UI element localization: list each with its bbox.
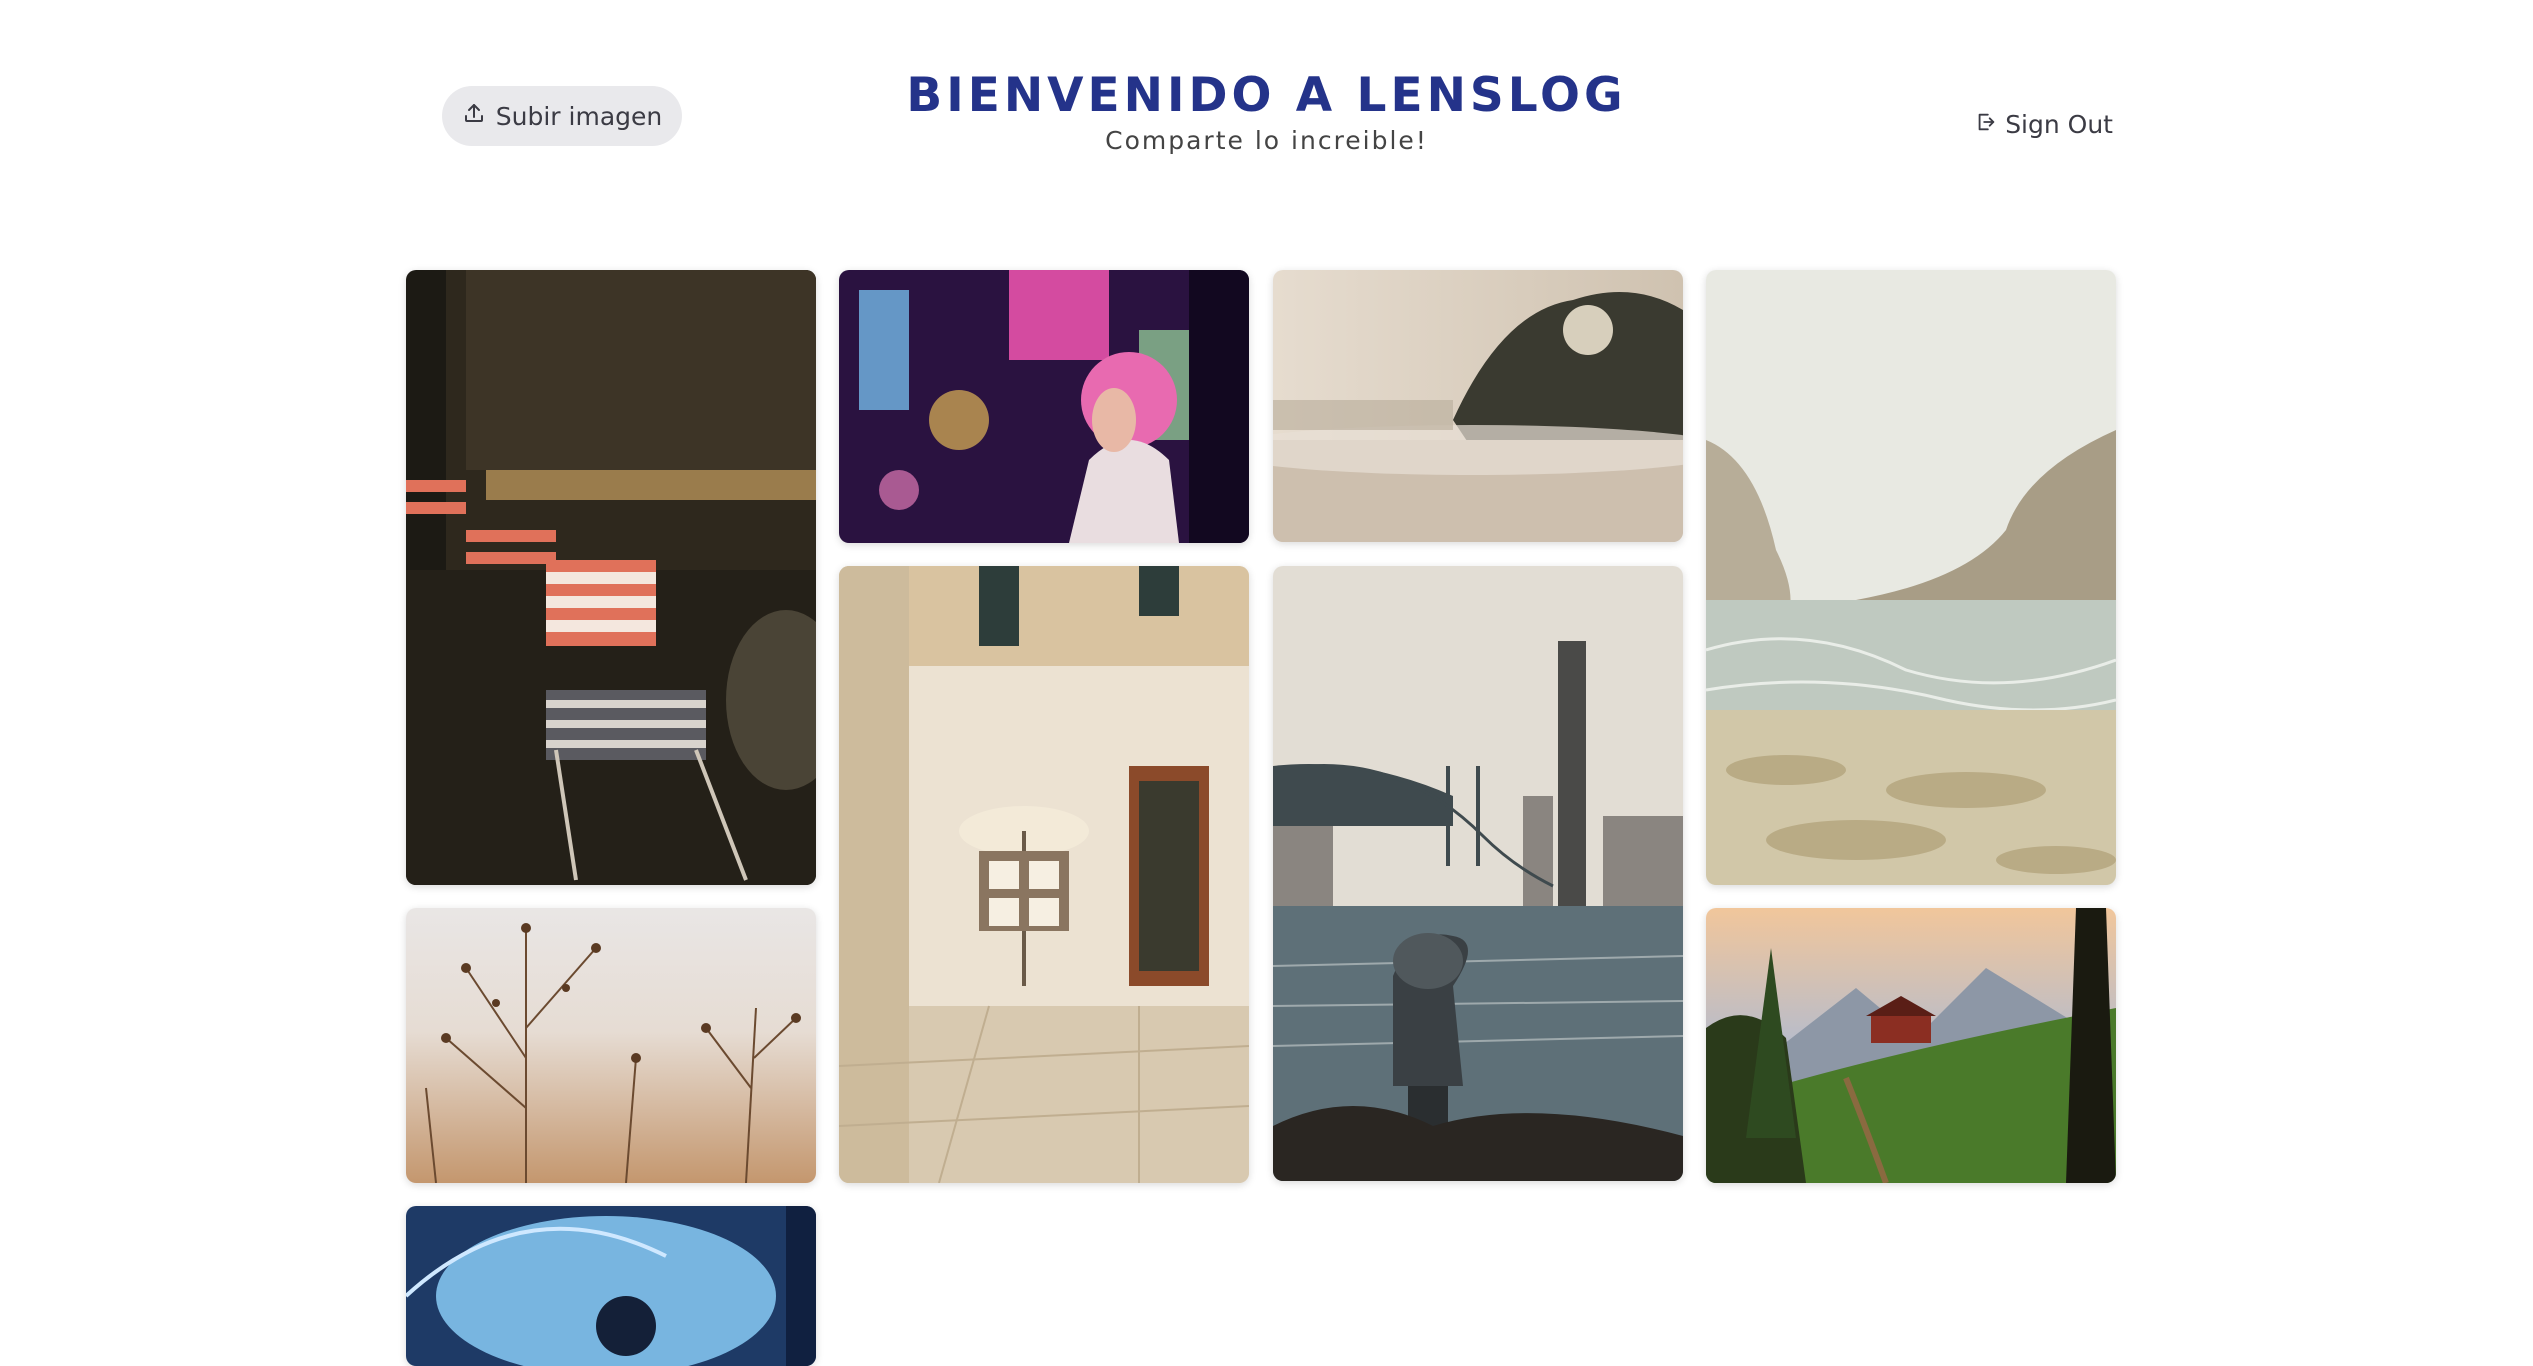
photo-mountain-cabin[interactable] (1706, 908, 2116, 1183)
photo-bridge-river[interactable] (1273, 566, 1683, 1181)
sign-out-link[interactable]: Sign Out (1975, 110, 2113, 139)
photo-umbrella-blue[interactable] (406, 1206, 816, 1366)
photo-rocky-coast[interactable] (1706, 270, 2116, 885)
photo-cafe-terrace[interactable] (406, 270, 816, 885)
sign-out-label: Sign Out (2005, 110, 2113, 139)
photo-misty-lake[interactable] (1273, 270, 1683, 542)
page-title: BIENVENIDO A LENSLOG (906, 68, 1627, 123)
page-subtitle: Comparte lo increible! (1105, 126, 1428, 155)
photo-dry-plants[interactable] (406, 908, 816, 1183)
sign-out-icon (1975, 110, 1997, 139)
photo-neon-city[interactable] (839, 270, 1249, 543)
photo-venice-artist[interactable] (839, 566, 1249, 1183)
